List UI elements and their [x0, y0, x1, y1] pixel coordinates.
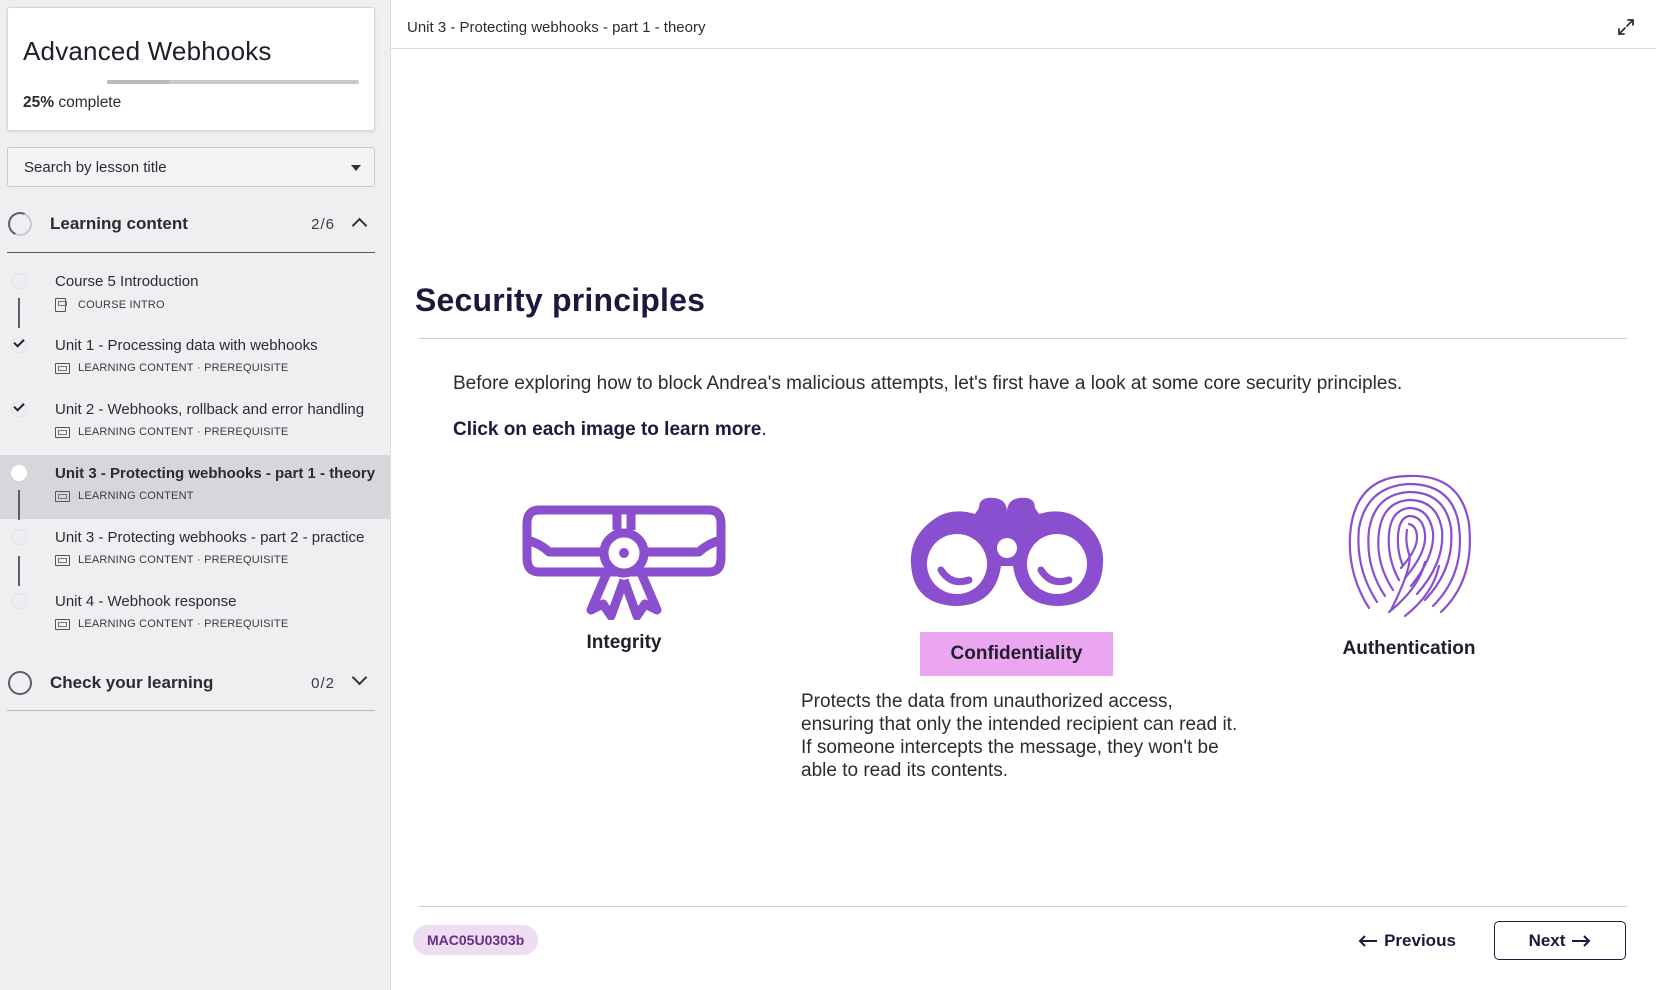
lesson-type: COURSE INTRO	[78, 299, 165, 311]
sidebar: Advanced Webhooks 25% complete Search by…	[0, 0, 390, 990]
instruction-text: Click on each image to learn more.	[453, 419, 767, 441]
principle-label: Authentication	[1342, 638, 1476, 659]
section-learning-content-header[interactable]: Learning content 2/6	[4, 195, 375, 251]
screen-icon	[55, 618, 70, 630]
lesson-search-placeholder: Search by lesson title	[24, 159, 167, 176]
lesson-meta: COURSE INTRO	[55, 298, 165, 312]
lesson-title: Unit 3 - Protecting webhooks - part 2 - …	[55, 529, 365, 546]
section-count: 0/2	[311, 675, 335, 692]
lesson-content-panel: Unit 3 - Protecting webhooks - part 1 - …	[390, 0, 1656, 990]
progress-ring-icon	[4, 208, 36, 240]
chevron-up-icon	[351, 217, 368, 234]
progress-suffix: complete	[58, 94, 122, 111]
section-title: Check your learning	[50, 673, 214, 692]
lesson-meta: LEARNING CONTENT · PREREQUISITE	[55, 426, 288, 438]
principle-integrity[interactable]: Integrity	[521, 500, 727, 670]
section-divider	[7, 252, 375, 253]
footer-divider	[419, 906, 1627, 907]
lesson-item-active[interactable]: Unit 3 - Protecting webhooks - part 1 - …	[0, 455, 390, 519]
instruction-label: Click on each image to learn more	[453, 419, 762, 440]
lesson-type: LEARNING CONTENT	[78, 618, 194, 630]
meta-separator: ·	[196, 618, 201, 630]
progress-bar	[107, 80, 359, 84]
lesson-meta: LEARNING CONTENT · PREREQUISITE	[55, 554, 288, 566]
progress-text: 25% complete	[23, 94, 121, 112]
meta-separator: ·	[196, 554, 201, 566]
page-title: Security principles	[415, 282, 706, 318]
chevron-down-icon	[351, 669, 368, 686]
lesson-status-dot	[11, 465, 27, 481]
previous-button[interactable]: Previous	[1351, 922, 1463, 960]
lesson-meta: LEARNING CONTENT · PREREQUISITE	[55, 618, 288, 630]
lesson-item[interactable]: Unit 2 - Webhooks, rollback and error ha…	[0, 391, 390, 455]
lesson-title: Unit 3 - Protecting webhooks - part 1 - …	[55, 465, 376, 482]
section-title: Learning content	[50, 214, 188, 233]
lesson-title: Unit 2 - Webhooks, rollback and error ha…	[55, 401, 365, 418]
screen-icon	[55, 490, 70, 502]
lesson-meta: LEARNING CONTENT	[55, 490, 194, 502]
principle-label-selected[interactable]: Confidentiality	[920, 632, 1113, 676]
lesson-item[interactable]: Course 5 Introduction COURSE INTRO	[0, 263, 390, 327]
lesson-status-dot	[11, 593, 27, 609]
lesson-type: LEARNING CONTENT	[78, 362, 194, 374]
screen-icon	[55, 362, 70, 374]
lesson-meta: LEARNING CONTENT · PREREQUISITE	[55, 362, 288, 374]
lesson-title: Unit 1 - Processing data with webhooks	[55, 337, 318, 354]
lesson-item[interactable]: Unit 1 - Processing data with webhooks L…	[0, 327, 390, 391]
lesson-tag: PREREQUISITE	[204, 554, 289, 566]
principle-label: Integrity	[586, 632, 662, 653]
fingerprint-icon	[1348, 474, 1471, 618]
course-progress-card: Advanced Webhooks 25% complete	[7, 7, 375, 131]
previous-label: Previous	[1384, 931, 1456, 950]
title-divider	[419, 338, 1627, 339]
arrow-left-icon	[1358, 935, 1378, 947]
lesson-tag: PREREQUISITE	[204, 618, 289, 630]
diploma-icon	[522, 505, 726, 621]
progress-percent: 25%	[23, 94, 55, 111]
lesson-code-badge: MAC05U0303b	[413, 925, 539, 955]
lesson-item[interactable]: Unit 3 - Protecting webhooks - part 2 - …	[0, 519, 390, 583]
progress-ring-icon	[8, 671, 32, 695]
principle-description: Protects the data from unauthorized acce…	[801, 691, 1238, 781]
next-label: Next	[1528, 930, 1566, 950]
lesson-status-dot	[11, 529, 27, 545]
intro-text: Before exploring how to block Andrea's m…	[453, 373, 1403, 394]
progress-bar-fill	[107, 80, 170, 84]
lesson-title: Course 5 Introduction	[55, 273, 199, 290]
expand-icon[interactable]	[1617, 18, 1635, 36]
section-count: 2/6	[311, 216, 335, 233]
lesson-type: LEARNING CONTENT	[78, 426, 194, 438]
principle-authentication[interactable]: Authentication	[1329, 470, 1489, 670]
course-title: Advanced Webhooks	[23, 36, 272, 66]
document-icon	[55, 298, 67, 312]
lesson-tag: PREREQUISITE	[204, 362, 289, 374]
screen-icon	[55, 426, 70, 438]
timeline-connector	[18, 298, 20, 328]
section-divider	[7, 710, 375, 711]
lesson-title: Unit 4 - Webhook response	[55, 593, 237, 610]
section-check-learning-header[interactable]: Check your learning 0/2	[7, 654, 375, 710]
lesson-search-select[interactable]: Search by lesson title	[7, 147, 375, 187]
next-button[interactable]: Next	[1494, 921, 1626, 960]
arrow-right-icon	[1572, 934, 1591, 947]
lesson-tag: PREREQUISITE	[204, 426, 289, 438]
instruction-end: .	[761, 419, 767, 440]
meta-separator: ·	[196, 362, 201, 374]
lesson-status-dot	[11, 273, 27, 289]
caret-down-icon	[351, 165, 361, 171]
lesson-item[interactable]: Unit 4 - Webhook response LEARNING CONTE…	[0, 583, 390, 647]
screen-icon	[55, 554, 70, 566]
timeline-connector	[18, 556, 20, 586]
lesson-type: LEARNING CONTENT	[78, 554, 194, 566]
lesson-type: LEARNING CONTENT	[78, 490, 194, 502]
lesson-topbar: Unit 3 - Protecting webhooks - part 1 - …	[391, 7, 1656, 49]
meta-separator: ·	[196, 426, 201, 438]
lesson-breadcrumb: Unit 3 - Protecting webhooks - part 1 - …	[407, 19, 706, 36]
timeline-connector	[18, 490, 20, 520]
binoculars-icon	[910, 497, 1104, 606]
